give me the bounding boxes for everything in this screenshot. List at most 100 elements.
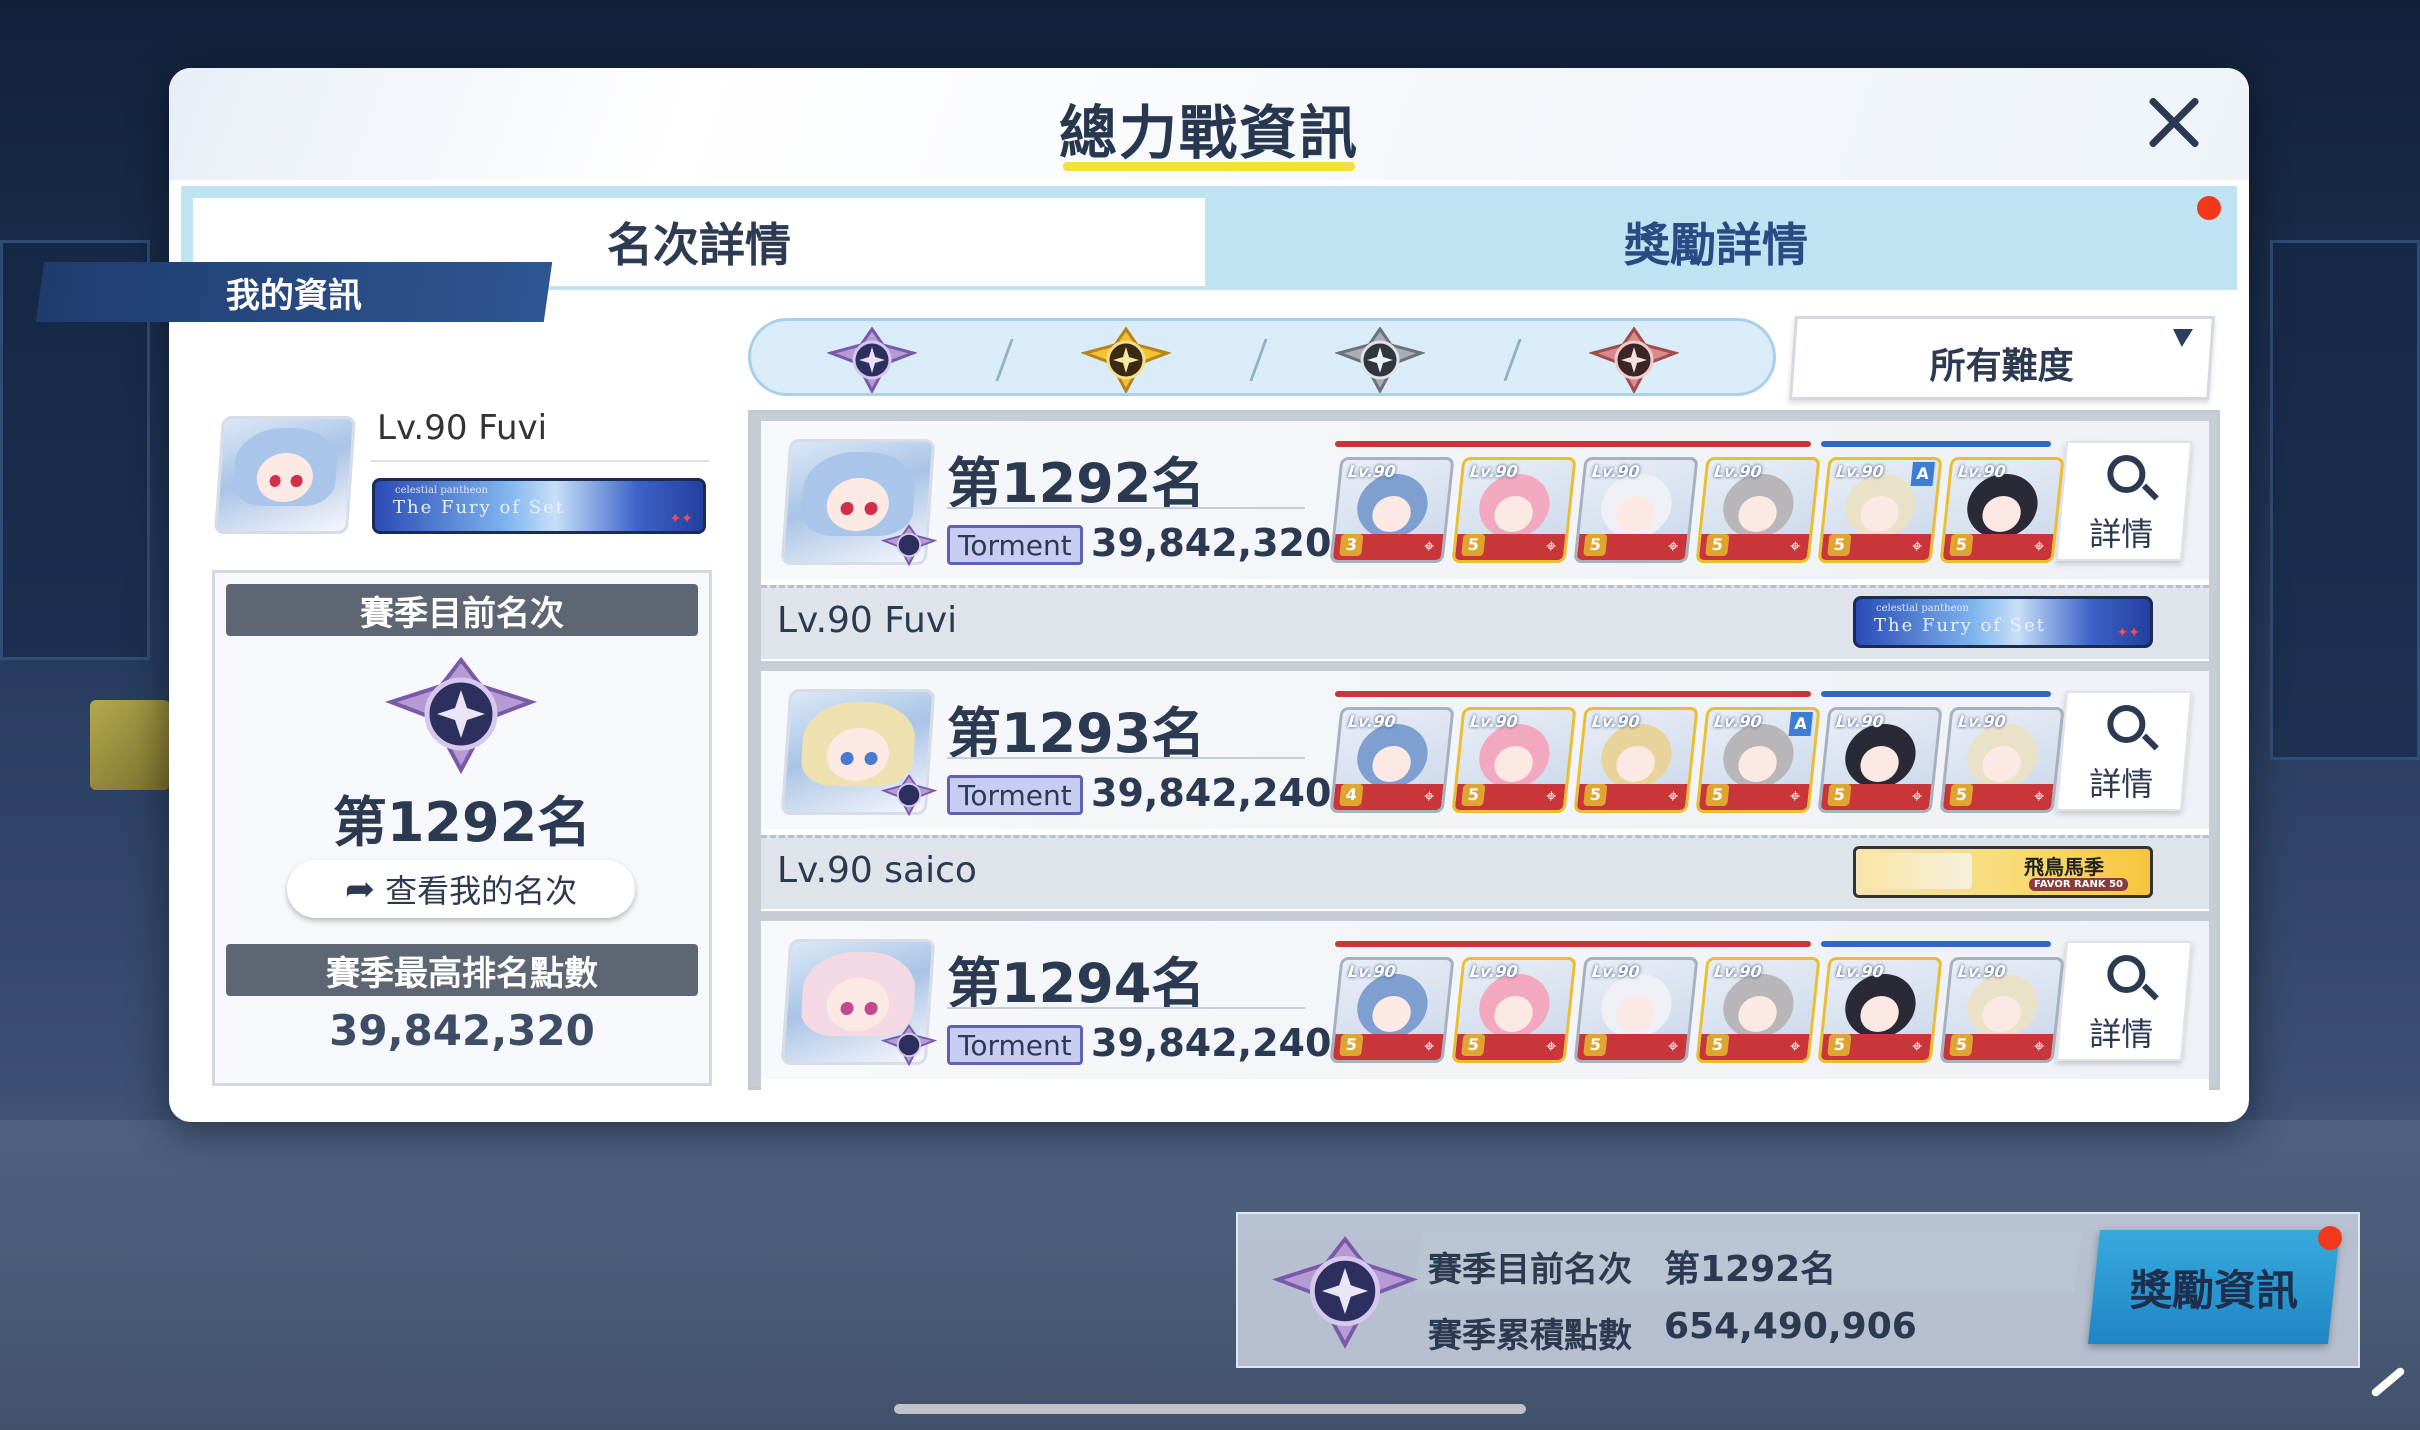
character-star: 5 <box>1583 784 1608 806</box>
character-card[interactable]: Lv.90 5 ⌖ <box>1573 457 1699 563</box>
detail-button[interactable]: 詳情 <box>2055 941 2193 1061</box>
score-value: 39,842,320 <box>1091 521 1332 565</box>
character-star: 3 <box>1339 534 1364 556</box>
magnifier-icon <box>2107 955 2146 993</box>
share-arrow-icon: ➦ <box>344 868 376 910</box>
character-card[interactable]: Lv.90 5 ⌖ <box>1573 707 1699 813</box>
torment-emblem-icon <box>881 524 937 567</box>
view-my-rank-button[interactable]: ➦ 查看我的名次 <box>287 860 635 918</box>
ranking-entry-player-row: Lv.90 saico 飛鳥馬季 FAVOR RANK 50 <box>761 835 2209 909</box>
extreme-gray-emblem-icon[interactable] <box>1335 327 1425 393</box>
torment-purple-emblem-icon[interactable] <box>827 327 917 393</box>
title-badge-small: celestial pantheon <box>1876 603 1969 614</box>
character-card[interactable]: Lv.90 5 ⌖ <box>1573 957 1699 1063</box>
torment-emblem-icon <box>881 1024 937 1067</box>
character-star: 5 <box>1827 784 1852 806</box>
summary-points-value: 654,490,906 <box>1664 1306 1917 1347</box>
character-star: 5 <box>1949 1034 1974 1056</box>
detail-label: 詳情 <box>2089 515 2154 553</box>
striker-team-bar <box>1335 941 1811 947</box>
character-card[interactable]: Lv.90 5 ⌖ <box>1451 957 1577 1063</box>
character-card[interactable]: Lv.90 5 ⌖ <box>1939 957 2065 1063</box>
character-card[interactable]: Lv.90 5 ⌖ A <box>1695 707 1821 813</box>
divider <box>947 757 1305 759</box>
favor-character-name: 飛鳥馬季 <box>2024 855 2104 879</box>
separator <box>1503 339 1522 381</box>
character-card[interactable]: Lv.90 5 ⌖ <box>1451 457 1577 563</box>
my-info-header: 我的資訊 <box>35 262 553 322</box>
divider <box>947 1007 1305 1009</box>
detail-label: 詳情 <box>2089 1015 2154 1053</box>
character-card[interactable]: Lv.90 3 ⌖ <box>1329 457 1455 563</box>
dropdown-triangle-icon <box>2171 329 2194 347</box>
summary-points-label: 賽季累積點數 <box>1428 1316 1632 1356</box>
ranking-entry: 第1294名 Torment 39,842,240 詳情 Lv.90 5 ⌖ Lv.9… <box>761 921 2209 1091</box>
score-value: 39,842,240 <box>1091 771 1332 815</box>
character-level: Lv.90 <box>1591 462 1641 481</box>
character-star: 5 <box>1949 534 1974 556</box>
view-my-rank-label: 查看我的名次 <box>385 872 578 910</box>
magnifier-icon <box>2107 455 2146 493</box>
striker-team-bar <box>1335 441 1811 447</box>
difficulty-tag: Torment <box>947 525 1083 565</box>
assist-badge: A <box>1910 462 1936 486</box>
close-icon[interactable] <box>2139 88 2209 158</box>
character-star: 4 <box>1339 784 1364 806</box>
player-name: Lv.90 Fuvi <box>777 600 958 641</box>
character-card[interactable]: Lv.90 5 ⌖ A <box>1817 457 1943 563</box>
character-card[interactable]: Lv.90 5 ⌖ <box>1817 707 1943 813</box>
modal-title: 總力戰資訊 <box>1058 99 1359 167</box>
favor-rank-badge: 飛鳥馬季 FAVOR RANK 50 <box>1853 846 2153 898</box>
character-level: Lv.90 <box>1591 712 1641 731</box>
difficulty-dropdown[interactable]: 所有難度 <box>1789 316 2215 400</box>
score-value: 39,842,240 <box>1091 1021 1332 1065</box>
tab-reward-details[interactable]: 獎勵詳情 <box>1205 198 2227 286</box>
notification-dot <box>2197 196 2221 220</box>
divider <box>370 460 710 462</box>
character-level: Lv.90 <box>1347 712 1397 731</box>
character-card[interactable]: Lv.90 5 ⌖ <box>1329 957 1455 1063</box>
assist-badge: A <box>1788 712 1814 736</box>
character-level: Lv.90 <box>1469 462 1519 481</box>
ranking-list[interactable]: 第1292名 Torment 39,842,320 詳情 Lv.90 Fuvi … <box>748 410 2220 1091</box>
summary-rank-value: 第1292名 <box>1664 1249 1837 1290</box>
character-level: Lv.90 <box>1957 462 2007 481</box>
ranking-entry-player-row: Lv.90 Fuvi celestial pantheon The Fury o… <box>761 585 2209 659</box>
character-star: 5 <box>1583 534 1608 556</box>
character-card[interactable]: Lv.90 5 ⌖ <box>1451 707 1577 813</box>
character-card[interactable]: Lv.90 5 ⌖ <box>1939 457 2065 563</box>
background-screen <box>90 700 170 790</box>
background-wall-panel-right <box>2270 240 2420 760</box>
torment-emblem-icon <box>1272 1236 1418 1349</box>
character-star: 5 <box>1705 534 1730 556</box>
character-card[interactable]: Lv.90 5 ⌖ <box>1695 457 1821 563</box>
insane-gold-emblem-icon[interactable] <box>1081 327 1171 393</box>
ranking-entry: 第1293名 Torment 39,842,240 詳情 Lv.90 saico… <box>761 671 2209 911</box>
character-star: 5 <box>1583 1034 1608 1056</box>
character-level: Lv.90 <box>1469 712 1519 731</box>
title-badge-small: celestial pantheon <box>395 485 488 496</box>
character-card[interactable]: Lv.90 5 ⌖ <box>1939 707 2065 813</box>
character-star: 5 <box>1949 784 1974 806</box>
hardcore-red-emblem-icon[interactable] <box>1589 327 1679 393</box>
home-indicator[interactable] <box>894 1404 1526 1414</box>
character-card[interactable]: Lv.90 5 ⌖ <box>1817 957 1943 1063</box>
striker-team-bar <box>1335 691 1811 697</box>
title-underline <box>1063 162 1355 171</box>
detail-button[interactable]: 詳情 <box>2055 691 2193 811</box>
difficulty-dropdown-label: 所有難度 <box>1929 346 2074 387</box>
character-level: Lv.90 <box>1957 962 2007 981</box>
character-level: Lv.90 <box>1713 462 1763 481</box>
difficulty-tag: Torment <box>947 1025 1083 1065</box>
character-card[interactable]: Lv.90 4 ⌖ <box>1329 707 1455 813</box>
reward-info-button[interactable]: 獎勵資訊 <box>2088 1230 2340 1344</box>
character-star: 5 <box>1461 1034 1486 1056</box>
torment-emblem-icon <box>881 774 937 817</box>
title-badge-marks: ✦✦ <box>669 511 693 527</box>
character-level: Lv.90 <box>1835 462 1885 481</box>
season-rank-label: 賽季目前名次 <box>226 584 698 636</box>
detail-button[interactable]: 詳情 <box>2055 441 2193 561</box>
character-level: Lv.90 <box>1591 962 1641 981</box>
separator <box>995 339 1014 381</box>
character-card[interactable]: Lv.90 5 ⌖ <box>1695 957 1821 1063</box>
